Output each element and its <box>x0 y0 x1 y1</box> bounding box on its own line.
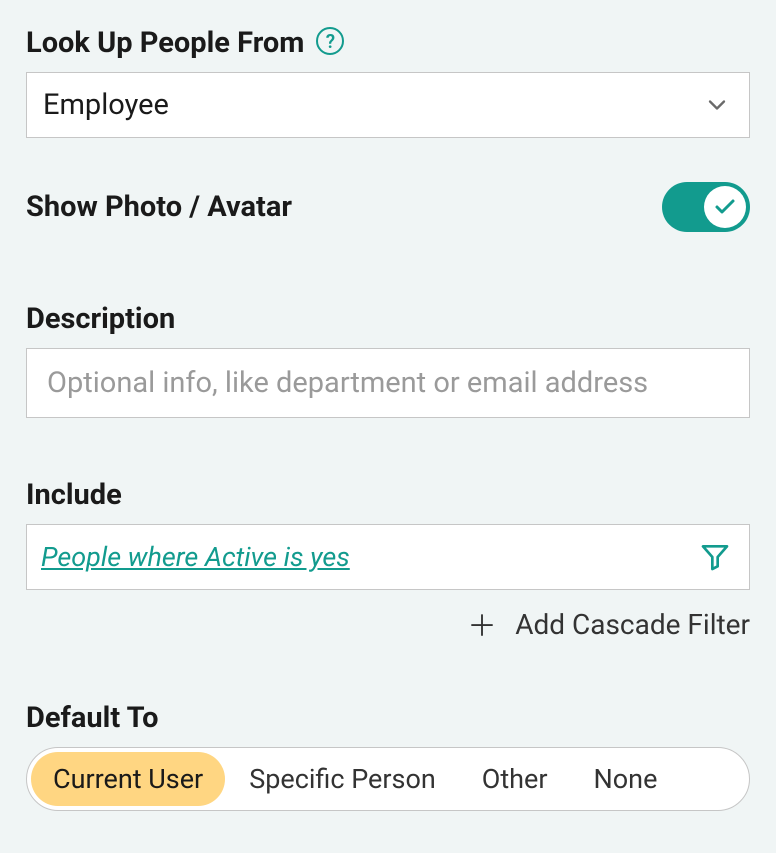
add-cascade-filter-button[interactable]: Add Cascade Filter <box>26 608 750 641</box>
default-to-segment: Current User Specific Person Other None <box>26 747 750 811</box>
lookup-value: Employee <box>43 88 169 122</box>
description-label: Description <box>26 302 175 336</box>
check-icon <box>713 195 737 219</box>
include-label: Include <box>26 478 122 512</box>
avatar-label: Show Photo / Avatar <box>26 190 292 224</box>
include-filter-link[interactable]: People where Active is yes <box>41 541 350 573</box>
default-to-label: Default To <box>26 701 158 735</box>
segment-current-user[interactable]: Current User <box>31 752 225 806</box>
cascade-label: Add Cascade Filter <box>515 608 750 641</box>
segment-other[interactable]: Other <box>460 752 570 806</box>
segment-none[interactable]: None <box>572 752 680 806</box>
funnel-icon[interactable] <box>699 541 731 573</box>
avatar-toggle[interactable] <box>662 182 750 232</box>
lookup-label: Look Up People From <box>26 26 304 60</box>
chevron-down-icon <box>703 91 731 119</box>
include-filter-box[interactable]: People where Active is yes <box>26 524 750 590</box>
plus-icon <box>467 610 497 640</box>
help-icon[interactable]: ? <box>316 27 344 55</box>
toggle-knob <box>704 186 746 228</box>
segment-specific-person[interactable]: Specific Person <box>227 752 458 806</box>
lookup-dropdown[interactable]: Employee <box>26 72 750 138</box>
description-input[interactable] <box>26 348 750 418</box>
